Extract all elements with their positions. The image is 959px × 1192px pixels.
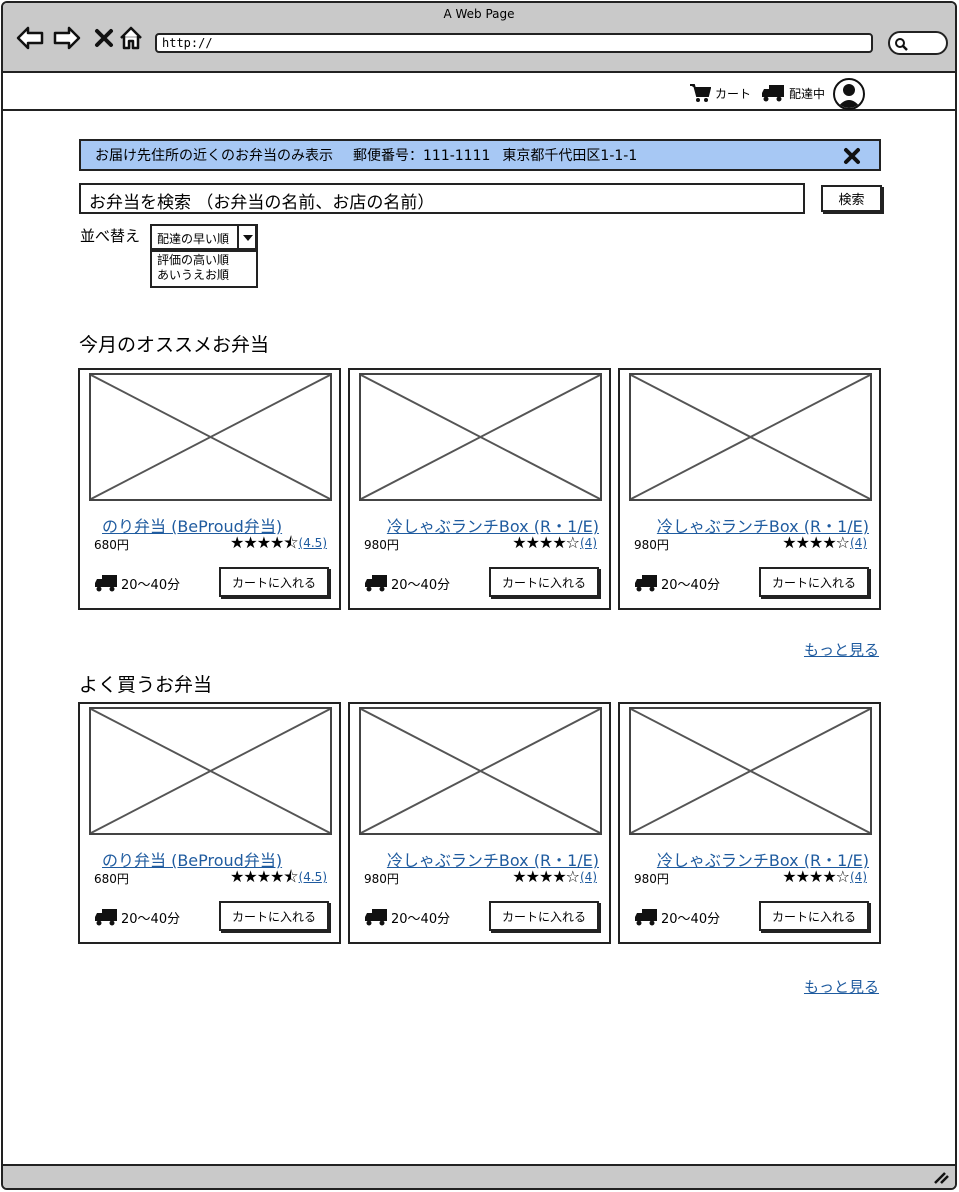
- browser-window: A Web Page http:// カート 配達中 お届け先住所の近くのお弁当…: [1, 1, 957, 1190]
- delivery-time: 20〜40分: [364, 573, 450, 593]
- avatar[interactable]: [833, 78, 865, 110]
- resize-grip-icon[interactable]: [933, 1170, 949, 1184]
- browser-search-field[interactable]: [888, 31, 948, 55]
- bento-rating: ★★★★⯪ (4.5): [230, 867, 327, 886]
- cart-icon: [690, 84, 711, 102]
- rating-link[interactable]: (4): [580, 536, 597, 550]
- url-field[interactable]: http://: [155, 33, 873, 53]
- cart-link[interactable]: カート: [689, 83, 751, 103]
- rating-link[interactable]: (4): [850, 536, 867, 550]
- star-rating-icon: ★★★★⯪: [230, 867, 299, 886]
- delivery-time: 20〜40分: [94, 573, 180, 593]
- star-rating-icon: ★★★★☆: [782, 533, 850, 552]
- image-placeholder: [629, 373, 872, 501]
- rating-link[interactable]: (4.5): [299, 536, 327, 550]
- add-to-cart-button[interactable]: カートに入れる: [219, 901, 329, 931]
- add-to-cart-button[interactable]: カートに入れる: [759, 567, 869, 597]
- sort-options-list: 評価の高い順 あいうえお順: [150, 250, 258, 288]
- add-to-cart-button[interactable]: カートに入れる: [489, 901, 599, 931]
- cart-label: カート: [715, 86, 752, 101]
- close-icon[interactable]: [843, 147, 861, 165]
- sort-option[interactable]: あいうえお順: [157, 268, 251, 283]
- truck-icon: [365, 909, 387, 926]
- delivery-time: 20〜40分: [364, 907, 450, 927]
- truck-icon: [365, 575, 387, 592]
- delivery-time-text: 20〜40分: [661, 577, 721, 593]
- magnifier-icon: [895, 38, 908, 51]
- home-icon[interactable]: [116, 23, 146, 53]
- star-rating-icon: ★★★★☆: [512, 533, 580, 552]
- sort-label: 並べ替え: [80, 227, 141, 245]
- delivery-time-text: 20〜40分: [391, 577, 451, 593]
- banner-text: お届け先住所の近くのお弁当のみ表示: [95, 148, 333, 164]
- add-to-cart-button[interactable]: カートに入れる: [489, 567, 599, 597]
- bento-card: 冷しゃぶランチBox (R・1/E) 980円 ★★★★☆ (4) 20〜40分…: [618, 368, 881, 610]
- browser-chrome: A Web Page http://: [3, 3, 955, 73]
- browser-status-bar: [3, 1164, 955, 1188]
- bento-rating: ★★★★☆ (4): [782, 533, 867, 552]
- delivery-time-text: 20〜40分: [661, 911, 721, 927]
- stop-icon[interactable]: [89, 23, 119, 53]
- delivery-label: 配達中: [789, 86, 826, 101]
- add-to-cart-button[interactable]: カートに入れる: [759, 901, 869, 931]
- bento-card: 冷しゃぶランチBox (R・1/E) 980円 ★★★★☆ (4) 20〜40分…: [348, 702, 611, 944]
- sort-option[interactable]: 評価の高い順: [157, 253, 251, 268]
- banner-address: 東京都千代田区1-1-1: [502, 148, 638, 164]
- forward-icon[interactable]: [52, 23, 82, 53]
- bento-price: 980円: [364, 538, 399, 552]
- delivery-time: 20〜40分: [94, 907, 180, 927]
- chevron-down-icon[interactable]: [237, 224, 257, 250]
- truck-icon: [635, 909, 657, 926]
- bento-price: 980円: [634, 872, 669, 886]
- truck-icon: [95, 575, 117, 592]
- delivery-time-text: 20〜40分: [121, 911, 181, 927]
- star-rating-icon: ★★★★⯪: [230, 533, 299, 552]
- add-to-cart-button[interactable]: カートに入れる: [219, 567, 329, 597]
- back-icon[interactable]: [15, 23, 45, 53]
- bento-rating: ★★★★☆ (4): [512, 533, 597, 552]
- app-header: カート 配達中: [3, 73, 955, 111]
- image-placeholder: [89, 373, 332, 501]
- bento-price: 980円: [634, 538, 669, 552]
- rating-link[interactable]: (4): [850, 870, 867, 884]
- image-placeholder: [629, 707, 872, 835]
- rating-link[interactable]: (4): [580, 870, 597, 884]
- bento-card: 冷しゃぶランチBox (R・1/E) 980円 ★★★★☆ (4) 20〜40分…: [618, 702, 881, 944]
- bento-rating: ★★★★☆ (4): [512, 867, 597, 886]
- bento-card: のり弁当 (BeProud弁当) 680円 ★★★★⯪ (4.5) 20〜40分…: [78, 368, 341, 610]
- delivery-time: 20〜40分: [634, 573, 720, 593]
- search-button[interactable]: 検索: [821, 185, 882, 212]
- banner-postal: 郵便番号：111-1111: [353, 148, 491, 164]
- truck-icon: [762, 85, 784, 102]
- see-more-link[interactable]: もっと見る: [804, 639, 879, 660]
- bento-rating: ★★★★☆ (4): [782, 867, 867, 886]
- bento-price: 980円: [364, 872, 399, 886]
- bento-card: 冷しゃぶランチBox (R・1/E) 980円 ★★★★☆ (4) 20〜40分…: [348, 368, 611, 610]
- section-title-frequent: よく買うお弁当: [79, 674, 213, 696]
- bento-price: 680円: [94, 872, 129, 886]
- rating-link[interactable]: (4.5): [299, 870, 327, 884]
- user-icon: [837, 84, 861, 108]
- star-rating-icon: ★★★★☆: [782, 867, 850, 886]
- delivery-time: 20〜40分: [634, 907, 720, 927]
- bento-price: 680円: [94, 538, 129, 552]
- location-filter-banner: お届け先住所の近くのお弁当のみ表示 郵便番号：111-1111 東京都千代田区1…: [79, 139, 881, 171]
- delivery-time-text: 20〜40分: [391, 911, 451, 927]
- window-title: A Web Page: [443, 7, 515, 21]
- delivery-status-link[interactable]: 配達中: [761, 83, 825, 103]
- image-placeholder: [359, 373, 602, 501]
- image-placeholder: [359, 707, 602, 835]
- sort-selected-value: 配達の早い順: [157, 232, 230, 246]
- delivery-time-text: 20〜40分: [121, 577, 181, 593]
- bento-rating: ★★★★⯪ (4.5): [230, 533, 327, 552]
- search-input[interactable]: お弁当を検索 （お弁当の名前、お店の名前）: [79, 183, 805, 214]
- truck-icon: [635, 575, 657, 592]
- truck-icon: [95, 909, 117, 926]
- bento-card: のり弁当 (BeProud弁当) 680円 ★★★★⯪ (4.5) 20〜40分…: [78, 702, 341, 944]
- see-more-link[interactable]: もっと見る: [804, 976, 879, 997]
- image-placeholder: [89, 707, 332, 835]
- section-title-recommended: 今月のオススメお弁当: [79, 334, 270, 356]
- star-rating-icon: ★★★★☆: [512, 867, 580, 886]
- sort-select[interactable]: 配達の早い順: [150, 224, 258, 250]
